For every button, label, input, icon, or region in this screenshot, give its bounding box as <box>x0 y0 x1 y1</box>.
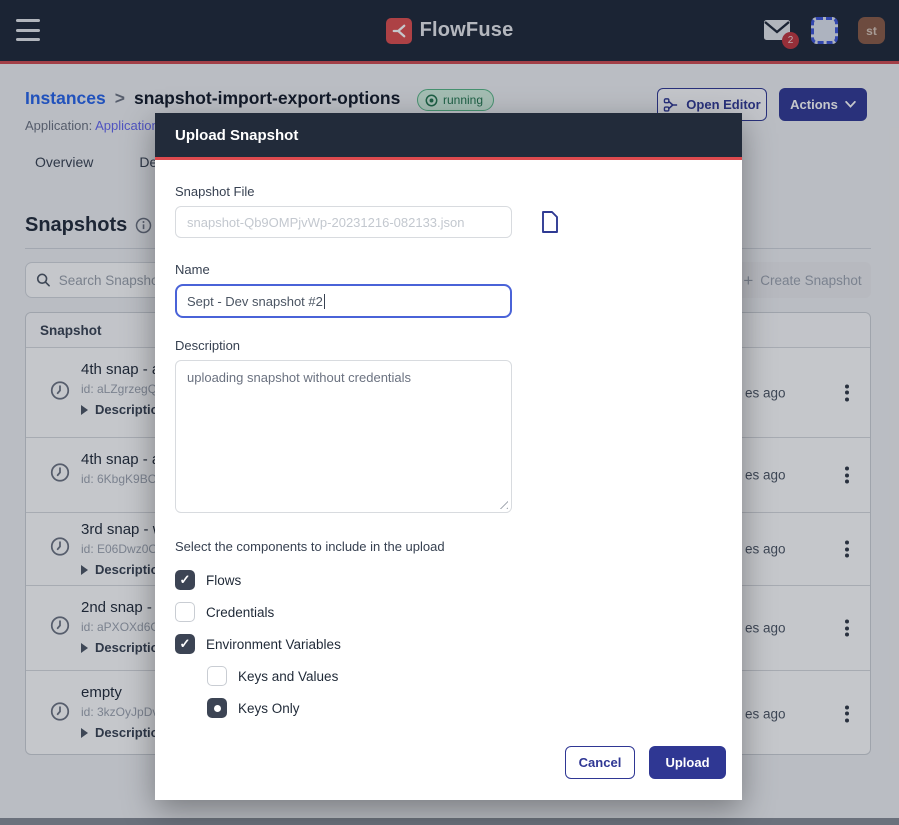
snapshot-file-label: Snapshot File <box>175 184 722 199</box>
modal-footer: Cancel Upload <box>155 746 742 779</box>
components-label: Select the components to include in the … <box>175 539 722 554</box>
upload-snapshot-modal: Upload Snapshot Snapshot File snapshot-Q… <box>155 113 742 800</box>
description-textarea[interactable]: uploading snapshot without credentials <box>175 360 512 513</box>
name-label: Name <box>175 262 722 277</box>
checkbox-environment-variables[interactable]: ✓ Environment Variables <box>175 634 722 654</box>
text-caret <box>324 294 325 309</box>
snapshot-file-input[interactable]: snapshot-Qb9OMPjvWp-20231216-082133.json <box>175 206 512 238</box>
checkbox-credentials[interactable]: Credentials <box>175 602 722 622</box>
checkbox-unchecked-icon <box>207 666 227 686</box>
cancel-button[interactable]: Cancel <box>565 746 635 779</box>
checkbox-keys-and-values[interactable]: Keys and Values <box>207 666 722 686</box>
app-screen: FlowFuse 2 st Instances > snapshot-impor… <box>0 0 899 825</box>
checkbox-flows[interactable]: ✓ Flows <box>175 570 722 590</box>
name-input[interactable]: Sept - Dev snapshot #2 <box>175 284 512 318</box>
choose-file-button[interactable] <box>539 210 561 234</box>
modal-header: Upload Snapshot <box>155 113 742 160</box>
checkbox-checked-icon: ✓ <box>175 570 195 590</box>
description-label: Description <box>175 338 722 353</box>
checkbox-checked-icon: ✓ <box>175 634 195 654</box>
modal-body: Snapshot File snapshot-Qb9OMPjvWp-202312… <box>155 160 742 797</box>
document-icon <box>539 210 561 234</box>
checkbox-keys-only[interactable]: Keys Only <box>207 698 722 718</box>
modal-title: Upload Snapshot <box>175 127 298 144</box>
checkbox-unchecked-icon <box>175 602 195 622</box>
checkbox-dot-icon <box>207 698 227 718</box>
upload-button[interactable]: Upload <box>649 746 726 779</box>
